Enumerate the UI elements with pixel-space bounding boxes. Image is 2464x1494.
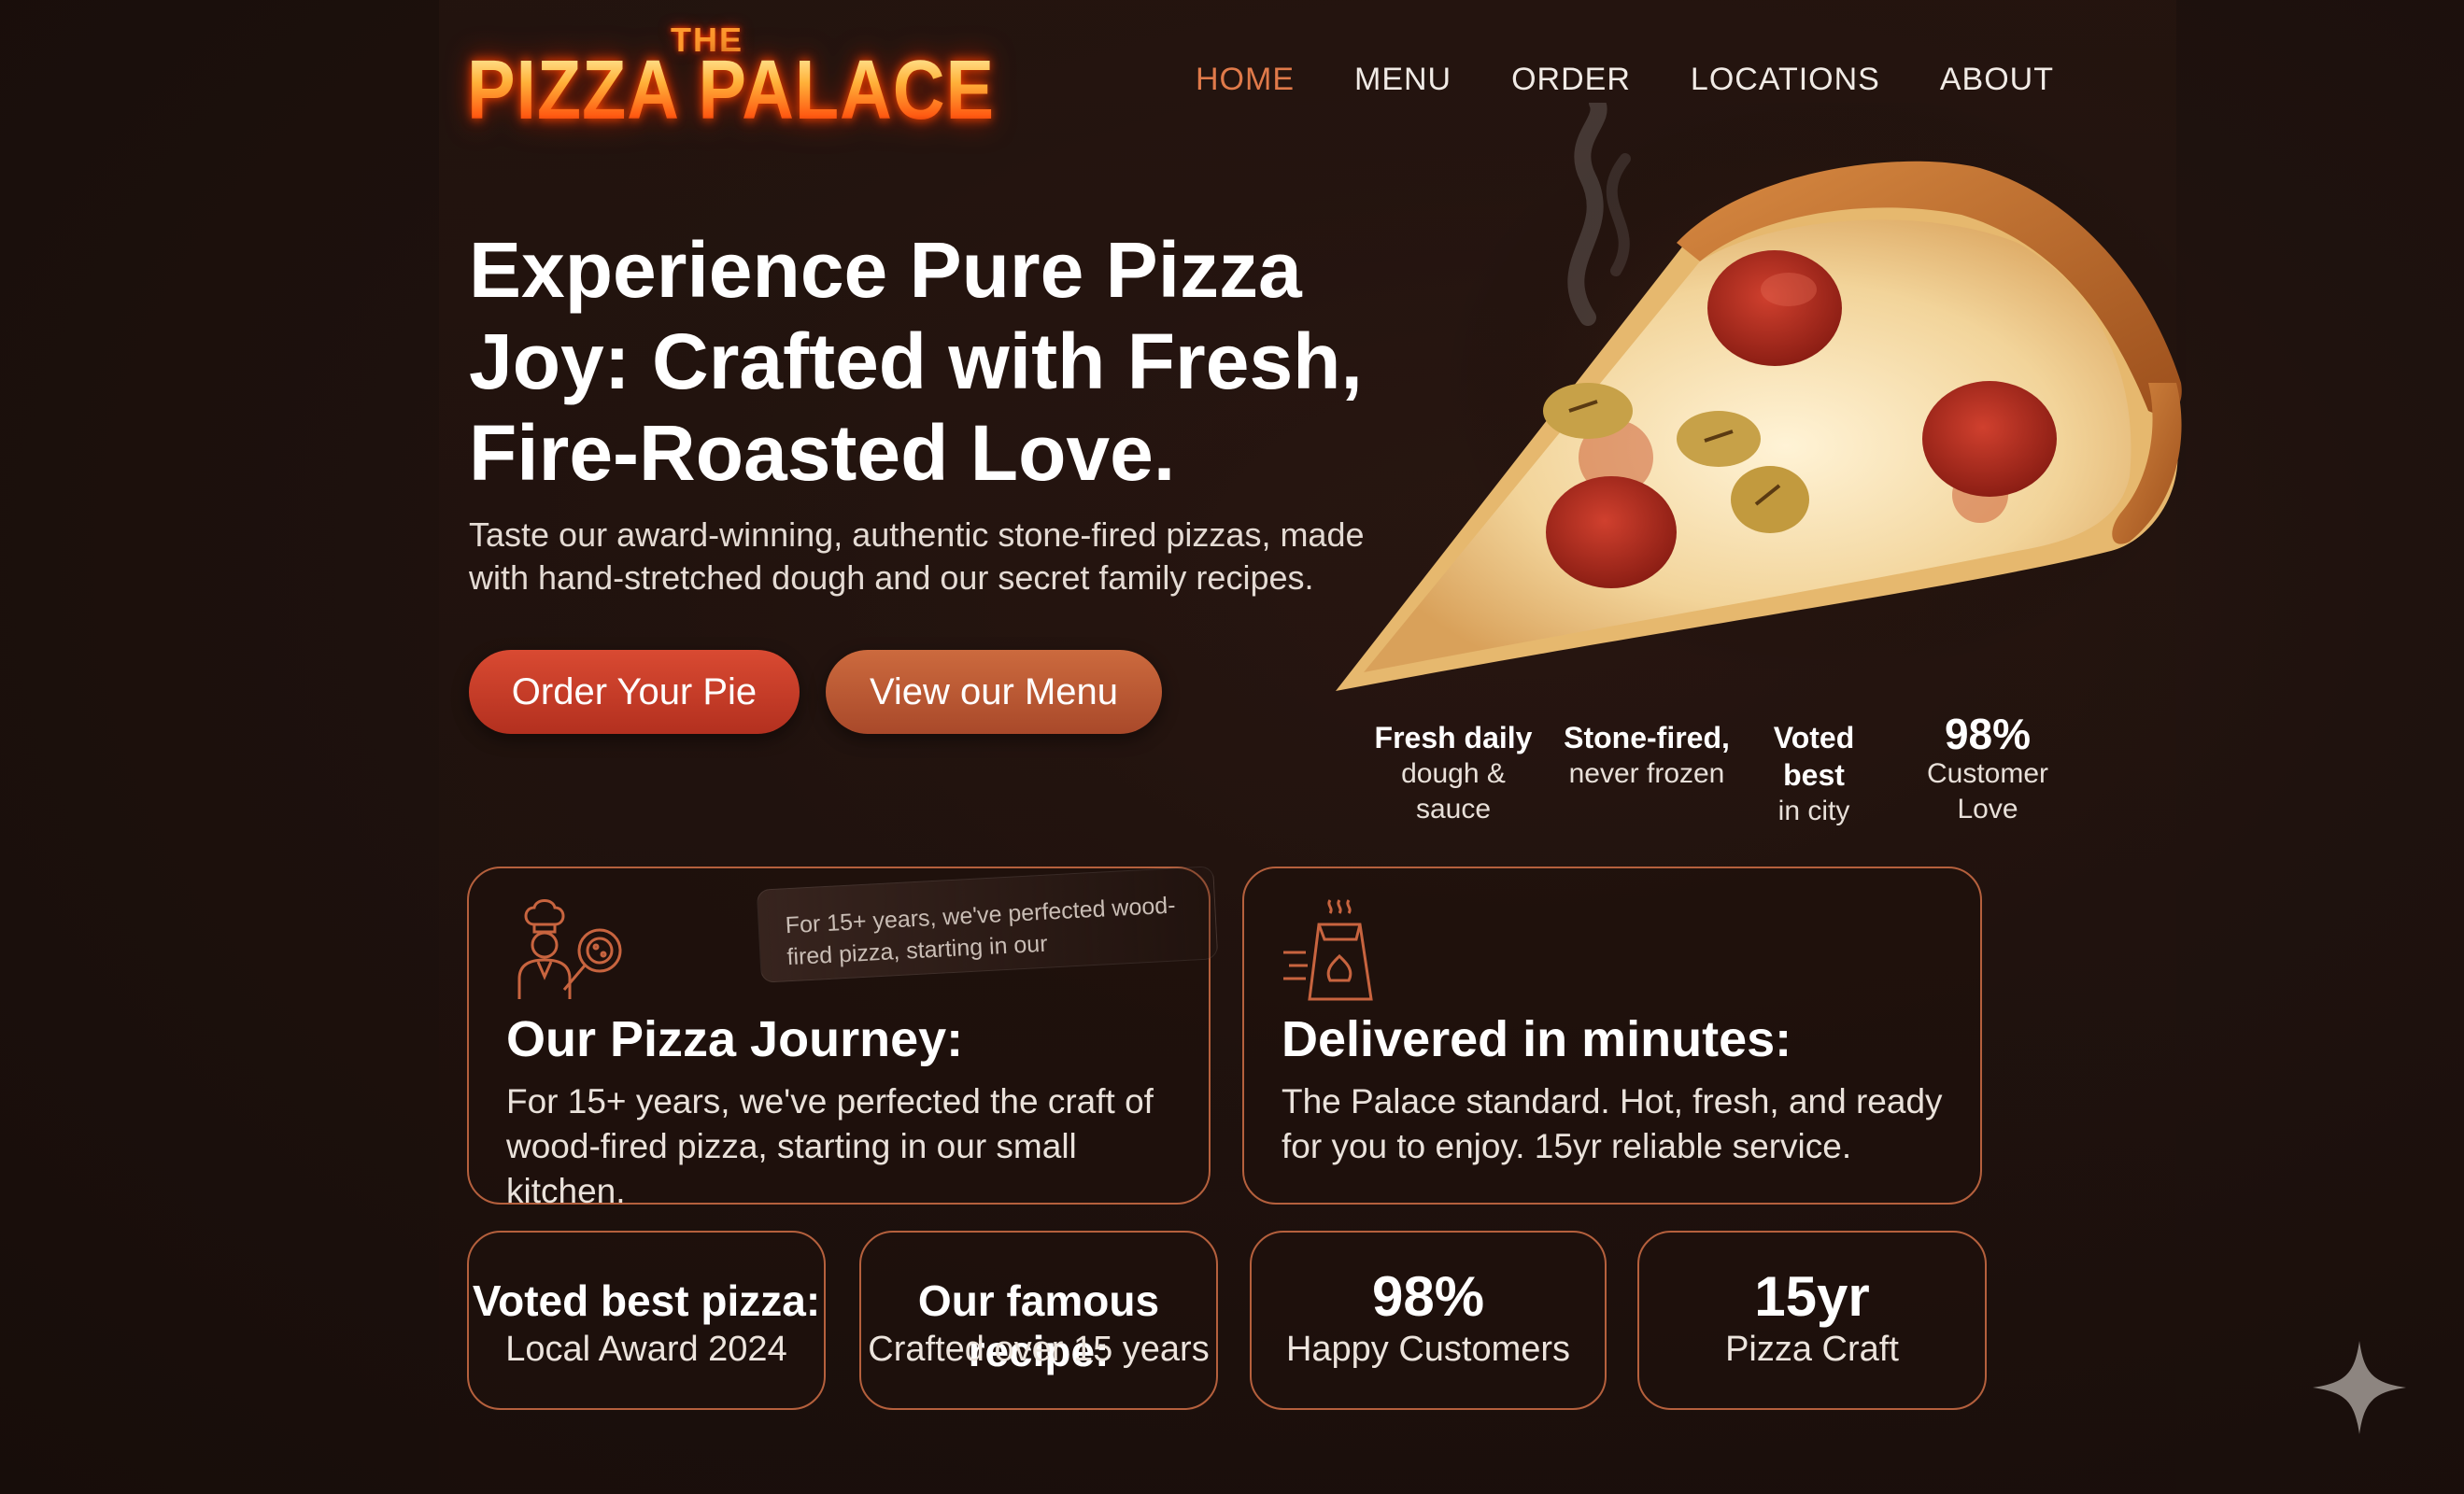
logo[interactable]: THE PIZZA PALACE xyxy=(467,21,994,133)
highlight-stone-text: never frozen xyxy=(1568,758,1725,789)
highlight-love-value: 98% xyxy=(1944,710,2032,758)
highlight-love-text: Customer Love xyxy=(1926,758,2049,825)
journey-text: For 15+ years, we've perfected the craft… xyxy=(506,1082,1154,1210)
delivery-bag-icon xyxy=(1283,899,1373,1001)
highlight-fresh: Fresh daily dough & sauce xyxy=(1360,719,1547,827)
delivery-text: The Palace standard. Hot, fresh, and rea… xyxy=(1282,1082,1943,1165)
craft-text: Pizza Craft xyxy=(1725,1330,1899,1369)
award-title: Voted best pizza: xyxy=(472,1276,821,1325)
nav-locations[interactable]: LOCATIONS xyxy=(1691,62,1880,98)
nav-order[interactable]: ORDER xyxy=(1511,62,1631,98)
customers-value: 98% xyxy=(1371,1265,1485,1328)
delivery-card: Delivered in minutes: The Palace standar… xyxy=(1242,867,1982,1205)
highlight-fresh-bold: Fresh daily xyxy=(1374,721,1533,754)
delivery-title: Delivered in minutes: xyxy=(1282,1011,1792,1067)
award-text: Local Award 2024 xyxy=(505,1330,787,1369)
highlight-voted-text: in city xyxy=(1777,796,1850,826)
chef-icon xyxy=(517,899,622,999)
sparkle-icon xyxy=(2313,1341,2406,1434)
highlight-fresh-text: dough & sauce xyxy=(1401,758,1506,825)
view-menu-button[interactable]: View our Menu xyxy=(826,650,1162,734)
highlight-stone: Stone-fired, never frozen xyxy=(1558,719,1735,792)
customers-card: 98% Happy Customers xyxy=(1250,1231,1607,1410)
customers-text: Happy Customers xyxy=(1285,1330,1571,1369)
nav-home[interactable]: HOME xyxy=(1196,62,1295,98)
nav-menu[interactable]: MENU xyxy=(1354,62,1451,98)
highlight-stone-bold: Stone-fired, xyxy=(1564,721,1730,754)
highlight-love: 98% Customer Love xyxy=(1894,712,2081,827)
pizza-slice-image xyxy=(1336,103,2186,692)
recipe-text: Crafted over 15 years xyxy=(868,1330,1210,1369)
highlight-voted: Voted best in city xyxy=(1739,719,1889,829)
nav-about[interactable]: ABOUT xyxy=(1940,62,2054,98)
journey-title: Our Pizza Journey: xyxy=(506,1011,964,1067)
award-card: Voted best pizza: Local Award 2024 xyxy=(467,1231,826,1410)
main-nav: HOME MENU ORDER LOCATIONS ABOUT xyxy=(1196,62,2054,98)
craft-value: 15yr xyxy=(1754,1265,1870,1328)
highlight-voted-bold: Voted best xyxy=(1773,721,1855,792)
recipe-card: Our famous recipe: Crafted over 15 years xyxy=(859,1231,1218,1410)
hero-title: Experience Pure Pizza Joy: Crafted with … xyxy=(469,226,1363,497)
craft-card: 15yr Pizza Craft xyxy=(1637,1231,1987,1410)
order-your-pie-button[interactable]: Order Your Pie xyxy=(469,650,800,734)
logo-wordmark: PIZZA PALACE xyxy=(467,44,996,137)
hero-subtitle: Taste our award-winning, authentic stone… xyxy=(469,515,1365,597)
